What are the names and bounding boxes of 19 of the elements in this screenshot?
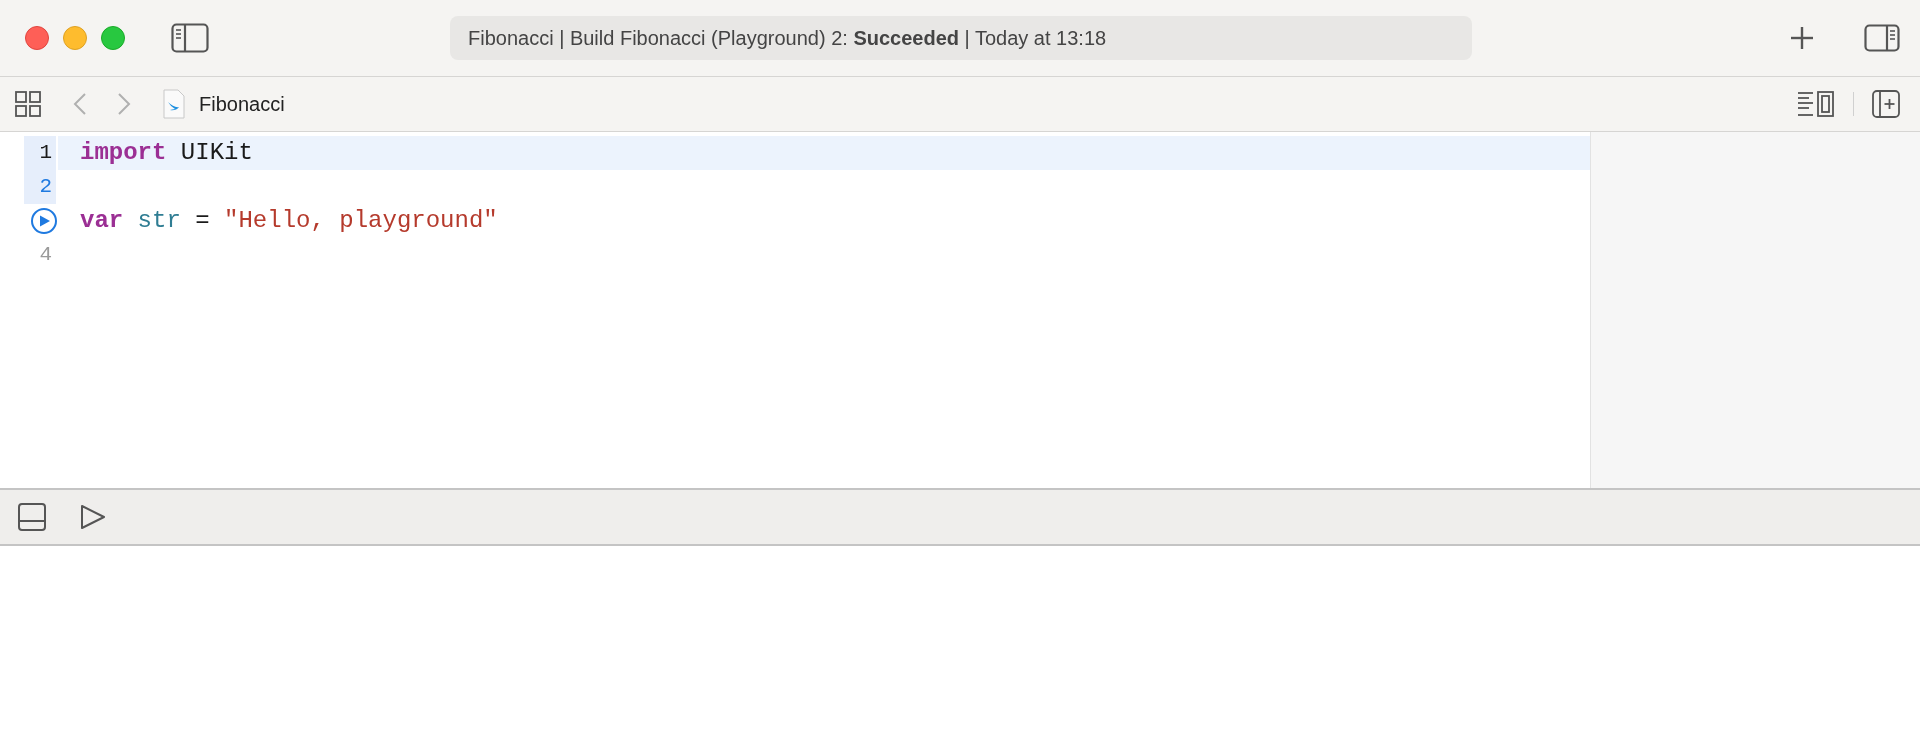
code-line: import UIKit	[80, 138, 253, 168]
line-number: 1	[38, 140, 53, 167]
play-icon[interactable]	[80, 504, 106, 530]
minimap-icon[interactable]	[1797, 91, 1835, 117]
sidebar-icon[interactable]	[171, 23, 209, 53]
run-icon[interactable]	[30, 207, 58, 235]
zoom-button[interactable]	[101, 26, 125, 50]
line-number: 4	[38, 242, 53, 269]
add-editor-icon[interactable]	[1872, 90, 1900, 118]
inspector-icon[interactable]	[1864, 24, 1900, 52]
breadcrumb-file[interactable]: Fibonacci	[199, 89, 285, 119]
add-icon[interactable]	[1790, 26, 1814, 50]
console-toggle-icon[interactable]	[18, 503, 46, 531]
build-status-text: Fibonacci | Build Fibonacci (Playground) 2: Succeeded | Today at 13:18	[468, 26, 1107, 51]
swift-file-icon	[163, 89, 185, 119]
code-line: var str = "Hello, playground"	[80, 206, 498, 236]
close-button[interactable]	[25, 26, 49, 50]
line-number: 2	[38, 174, 53, 201]
grid-icon[interactable]	[15, 91, 41, 117]
